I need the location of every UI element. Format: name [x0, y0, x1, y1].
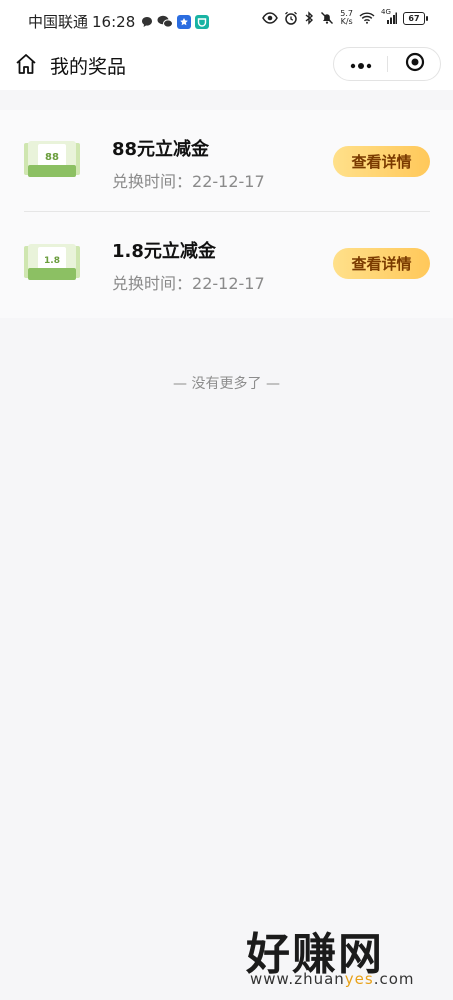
coupon-thumbnail-icon: 1.8 [24, 244, 80, 280]
prize-item: 88 88元立减金 兑换时间：22-12-17 查看详情 [0, 110, 453, 212]
app-teal-icon [195, 14, 210, 29]
signal-icon: 4G [381, 8, 397, 24]
close-mini-program-button[interactable] [388, 48, 442, 80]
app-blue-icon [177, 14, 192, 29]
target-close-icon [405, 52, 425, 76]
coupon-thumbnail-icon: 88 [24, 141, 80, 177]
redeem-time-value: 22-12-17 [192, 172, 265, 191]
mute-bell-icon [320, 11, 334, 25]
no-more-text: — 没有更多了 — [173, 376, 280, 392]
eye-icon [262, 12, 279, 24]
wechat-icon [157, 15, 174, 28]
watermark-url: www.zhuanyes.com [250, 970, 415, 988]
status-right: 5.7 K/s 4G 67 [256, 8, 428, 26]
redeem-time-label: 兑换时间： [112, 172, 193, 191]
more-menu-button[interactable] [334, 48, 388, 80]
thumb-value: 88 [45, 152, 59, 163]
view-details-button[interactable]: 查看详情 [333, 146, 430, 177]
network-speed: 5.7 K/s [340, 10, 353, 26]
redeem-time: 兑换时间：22-12-17 [112, 270, 265, 294]
watermark-url-accent: yes [344, 970, 374, 988]
carrier-name: 中国联通 [28, 13, 89, 31]
watermark-url-prefix: www.zhuan [250, 970, 345, 988]
battery-indicator: 67 [403, 11, 428, 25]
redeem-time-value: 22-12-17 [192, 274, 265, 293]
view-details-button[interactable]: 查看详情 [333, 248, 430, 279]
prize-item: 1.8 1.8元立减金 兑换时间：22-12-17 查看详情 [0, 212, 453, 314]
status-time: 16:28 [92, 12, 136, 31]
prize-name: 88元立减金 [112, 139, 210, 160]
redeem-time-label: 兑换时间： [112, 274, 193, 293]
more-dots-icon [349, 55, 373, 74]
redeem-time: 兑换时间：22-12-17 [112, 168, 265, 192]
page-title: 我的奖品 [50, 56, 127, 78]
alarm-icon [284, 11, 298, 25]
network-type: 4G [381, 8, 391, 16]
thumb-value: 1.8 [44, 256, 60, 266]
bluetooth-icon [304, 11, 314, 25]
prize-list: 88 88元立减金 兑换时间：22-12-17 查看详情 1.8 1.8元立减金… [0, 110, 453, 318]
wifi-icon [359, 12, 375, 24]
speed-unit: K/s [340, 17, 353, 26]
mini-program-capsule [333, 47, 441, 81]
chat-bubble-icon [141, 16, 153, 28]
nav-bar: 我的奖品 [0, 40, 453, 90]
watermark: 好赚网 www.zhuanyes.com [240, 918, 440, 992]
prize-name: 1.8元立减金 [112, 241, 216, 262]
status-bar: 中国联通 16:28 5.7 K/s 4G 67 [0, 0, 453, 40]
home-icon[interactable] [14, 52, 38, 76]
status-left: 中国联通 16:28 [28, 11, 213, 32]
watermark-url-suffix: .com [373, 970, 415, 988]
